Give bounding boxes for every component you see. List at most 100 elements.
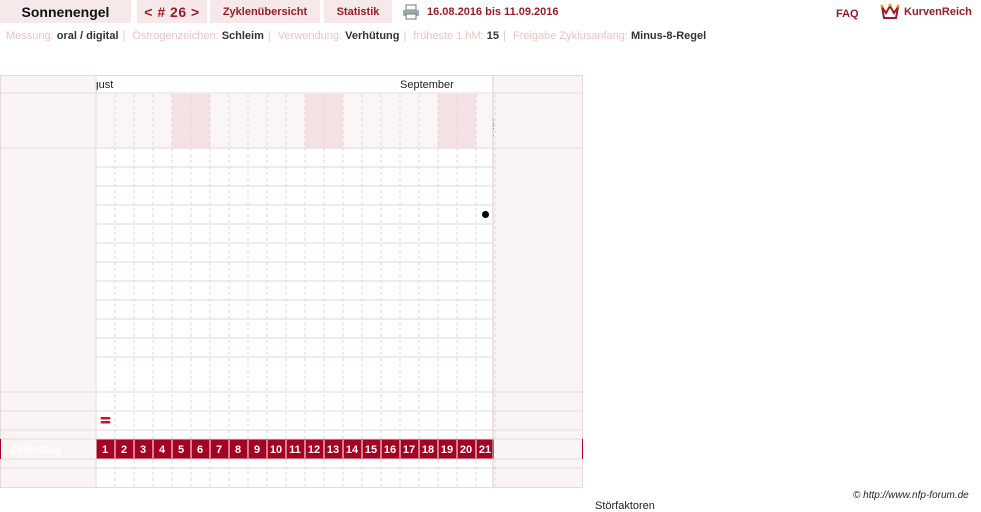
temp-axis-label: 36.8 [50, 199, 72, 211]
cycle-day-number: 12 [307, 444, 321, 456]
day-header[interactable]: 29. Mo [343, 95, 361, 115]
day-header[interactable]: 16. Di [96, 95, 114, 115]
cycle-day-number: 5 [177, 444, 185, 456]
cycle-day-number: 7 [215, 444, 223, 456]
temp-axis-label: 36.1 [50, 332, 72, 344]
day-header[interactable]: 25. Do [267, 95, 285, 115]
temp-axis-label: 36 [59, 351, 72, 363]
cycle-day-number: 20 [459, 444, 473, 456]
temp-axis-label: 36.4 [50, 275, 72, 287]
setting-value: Minus-8-Regel [630, 30, 707, 42]
day-header[interactable]: 3. Sa [438, 95, 456, 147]
day-header[interactable]: 2. Fr [419, 95, 437, 115]
cycle-day-number: 9 [253, 444, 261, 456]
temp-axis-label-right: 36.7 [513, 218, 535, 230]
day-header[interactable]: 5. Mo [476, 95, 494, 115]
stoerfaktoren-cut-label: Störfaktoren [595, 500, 655, 512]
temp-axis-label-right: 36.4 [513, 275, 535, 287]
temp-axis-label: 36.6 [50, 237, 72, 249]
kurvenreich-logo[interactable]: KurvenReich [880, 2, 972, 22]
cycle-day-number: 11 [289, 444, 301, 456]
cycle-day-number: 13 [326, 444, 340, 456]
faq-link[interactable]: FAQ [836, 8, 859, 20]
day-header[interactable]: 19. Fr [153, 95, 171, 115]
setting-label: Östrogenzeichen: [132, 30, 219, 42]
cycle-day-number: 4 [158, 444, 166, 456]
setting-label: Messung: [6, 30, 54, 42]
printer-icon[interactable] [402, 4, 420, 20]
temp-axis-label-right: 37 [513, 161, 526, 173]
cycle-day-number: 21 [478, 444, 492, 456]
date-range: 16.08.2016 bis 11.09.2016 [427, 6, 559, 18]
setting-label: Freigabe Zyklusanfang: [512, 30, 628, 42]
temp-axis-label: 36.5 [50, 256, 72, 268]
temp-axis-label: 36.2 [50, 313, 72, 325]
top-bar: Sonnenengel < # 26 > Zyklenübersicht Sta… [0, 0, 981, 26]
day-header[interactable]: 30. Di [362, 95, 380, 115]
row-label-stoerfaktoren-right: Störfaktoren [498, 471, 558, 483]
cycle-day-number: 3 [139, 444, 147, 456]
year-label: 2016 [498, 79, 523, 91]
tab-zyklenuebersicht[interactable]: Zyklenübersicht [210, 0, 320, 23]
tab-statistik[interactable]: Statistik [324, 0, 392, 23]
temp-axis-label-right: 36.6 [513, 237, 535, 249]
row-label-zyklustag: Zyklustag [10, 444, 62, 456]
cycle-day-number: 18 [421, 444, 435, 456]
setting-label: Verwendung: [277, 30, 343, 42]
cycle-day-number: 2 [120, 444, 128, 456]
day-header[interactable]: 24. Mi [248, 95, 266, 115]
setting-value: oral / digital [56, 30, 119, 42]
temp-axis-label-right: 36.3 [513, 294, 535, 306]
cycle-day-number: 15 [364, 444, 378, 456]
row-label-blutung: Blutung [50, 414, 88, 426]
copyright-footer: © http://www.nfp-forum.de [853, 490, 969, 501]
day-header[interactable]: 26. Fr [286, 95, 304, 115]
day-header[interactable]: 18. Do [134, 95, 152, 115]
day-header[interactable]: 31. Mi [381, 95, 399, 115]
day-header[interactable]: 22. Mo [210, 95, 228, 115]
setting-value: 15 [486, 30, 500, 42]
cycle-day-number: 8 [234, 444, 242, 456]
day-header[interactable]: 28. So [324, 95, 342, 147]
row-label-zervixschleim-right: Zervixschleim [498, 395, 566, 407]
time-label: 7:00 [487, 118, 499, 139]
day-header[interactable]: 4. So [457, 95, 475, 147]
temp-axis-label-right: 36.1 [513, 332, 535, 344]
temp-axis-label-right: 36.2 [513, 313, 535, 325]
day-header[interactable]: 1. Do [400, 95, 418, 115]
setting-label: früheste 1.hM: [413, 30, 484, 42]
cycle-day-number: 14 [345, 444, 359, 456]
row-label-blutung-right: Blutung [498, 414, 536, 426]
settings-line: Messung: oral / digital | Östrogenzeichen… [6, 30, 707, 42]
app-title: Sonnenengel [0, 0, 131, 23]
temp-axis-label: 36.3 [50, 294, 72, 306]
nav-next-arrow[interactable]: < [572, 78, 578, 89]
cycle-navigator[interactable]: < # 26 > [137, 0, 207, 23]
temp-axis-label: 36.9 [50, 180, 72, 192]
day-header[interactable]: 27. Sa [305, 95, 323, 147]
temp-axis-label-right: 36.5 [513, 256, 535, 268]
row-label-stoerfaktoren: Störfaktoren [28, 471, 88, 483]
month-label-august: August [79, 79, 114, 91]
row-label-zervixschleim: Zervixschleim [20, 395, 88, 407]
day-header[interactable]: 17. Mi [115, 95, 133, 115]
setting-value: Verhütung [345, 30, 400, 42]
day-header[interactable]: 21. So [191, 95, 209, 147]
temp-axis-label: 37 [59, 161, 72, 173]
logo-text: KurvenReich [904, 6, 972, 18]
temp-axis-label-right: 36.9 [513, 180, 535, 192]
day-header[interactable]: 23. Di [229, 95, 247, 115]
day-header[interactable]: 20. Sa [172, 95, 190, 147]
cycle-day-number: 1 [101, 444, 109, 456]
month-label-september: September [400, 79, 454, 91]
temp-axis-label: 36.7 [50, 218, 72, 230]
temp-axis-label-right: 36 [513, 351, 526, 363]
cycle-day-number: 19 [440, 444, 454, 456]
cycle-day-number: 10 [269, 444, 283, 456]
nav-prev-arrow[interactable]: > [6, 78, 12, 89]
cycle-day-number: 16 [383, 444, 397, 456]
temp-axis-label-right: 36.8 [513, 199, 535, 211]
setting-value: Schleim [221, 30, 264, 42]
cycle-day-number: 6 [196, 444, 204, 456]
cycle-day-number: 17 [402, 444, 416, 456]
